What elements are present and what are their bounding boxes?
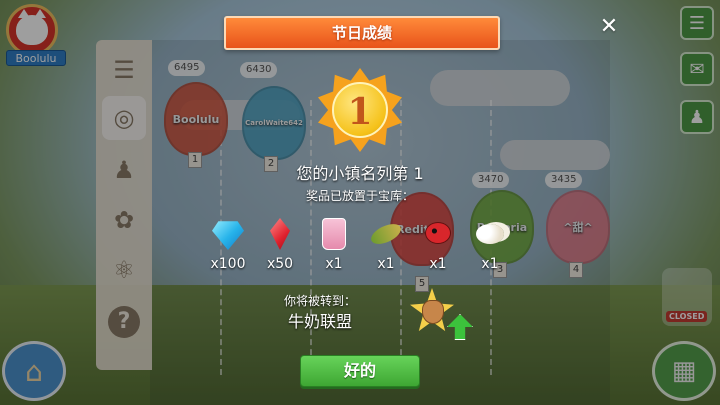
medal-rank-number: 1 xyxy=(347,91,373,133)
reward-qty: x1 xyxy=(481,256,499,272)
reward-qty: x1 xyxy=(429,256,447,272)
eggs-icon xyxy=(476,224,504,244)
reward-item: x1 xyxy=(466,218,514,276)
dialog-title: 节日成绩 xyxy=(331,24,392,42)
red-ruby-icon xyxy=(270,218,290,250)
corn-leaf-icon xyxy=(368,219,404,249)
reward-item: x1 xyxy=(310,218,358,276)
reward-item: x100 xyxy=(204,218,252,276)
rank-text: 您的小镇名列第 1 xyxy=(296,164,424,183)
reward-qty: x50 xyxy=(266,256,294,272)
milk-league-badge-icon xyxy=(410,288,454,332)
reward-qty: x1 xyxy=(377,256,395,272)
league-name: 牛奶联盟 xyxy=(287,312,352,331)
close-icon[interactable]: ✕ xyxy=(598,16,620,38)
dialog-ribbon: 节日成绩 xyxy=(208,16,516,50)
reward-qty: x100 xyxy=(210,256,246,272)
ladybug-icon xyxy=(425,222,451,244)
reward-item: x50 xyxy=(256,218,304,276)
seed-bag-icon xyxy=(322,218,346,250)
reward-qty: x1 xyxy=(325,256,343,272)
ok-button[interactable]: 好的 xyxy=(300,355,420,387)
blue-diamond-icon xyxy=(212,221,244,250)
rank-medal-icon: 1 xyxy=(318,68,402,152)
reward-text: 奖品已放置于宝库： xyxy=(305,189,414,203)
reward-item: x1 xyxy=(362,218,410,276)
medal-core: 1 xyxy=(332,82,388,138)
reward-item: x1 xyxy=(414,218,462,276)
transfer-label: 你将被转到： xyxy=(283,294,356,308)
cow-icon xyxy=(422,300,444,324)
